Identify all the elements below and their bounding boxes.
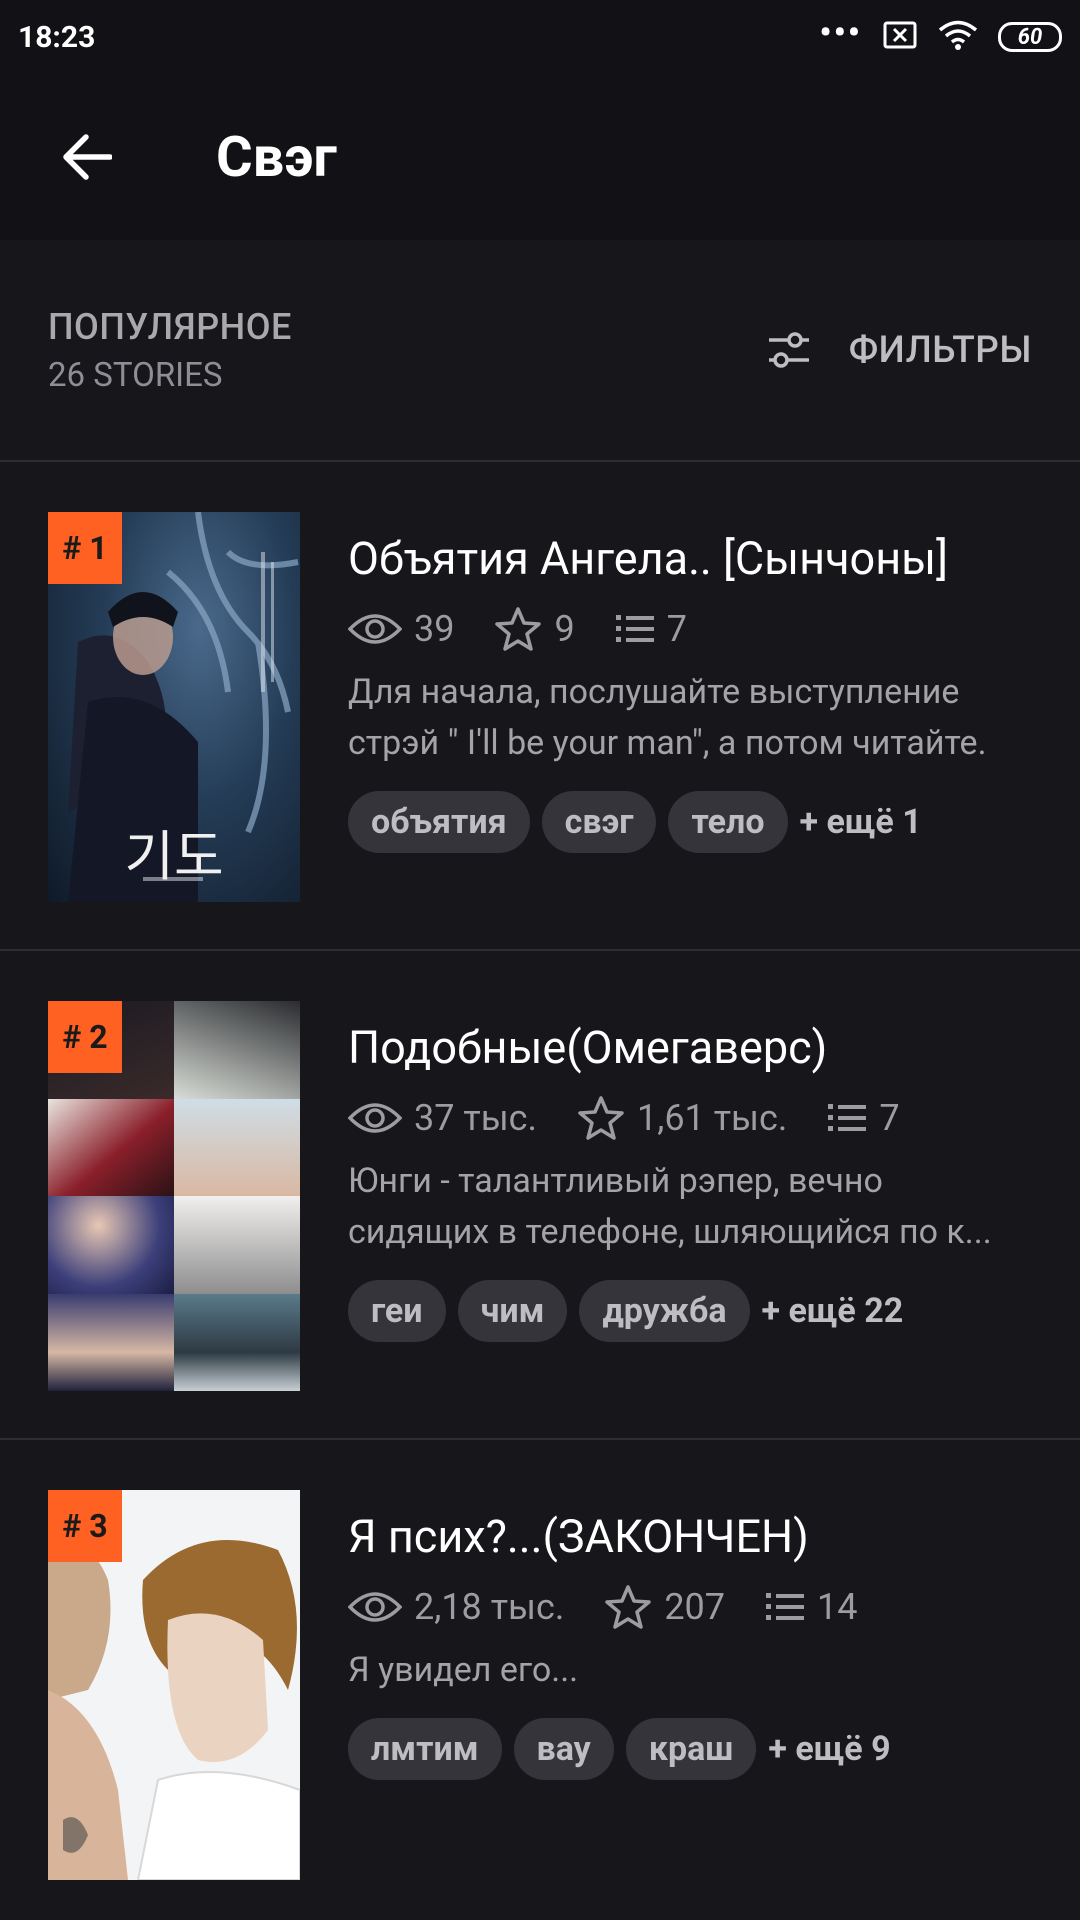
tag-chip[interactable]: дружба bbox=[579, 1280, 750, 1342]
sim-x-icon bbox=[882, 20, 918, 54]
cover-title: 기도 bbox=[124, 825, 224, 888]
parts-stat: 7 bbox=[827, 1097, 900, 1139]
star-icon bbox=[605, 1585, 652, 1629]
votes-stat: 9 bbox=[494, 606, 575, 652]
status-bar: 18:23 ••• 60 bbox=[0, 0, 1080, 74]
more-tags[interactable]: + ещё 9 bbox=[768, 1729, 890, 1769]
parts-stat: 14 bbox=[765, 1586, 857, 1628]
tag-chip[interactable]: краш bbox=[625, 1718, 757, 1780]
story-cover[interactable]: 기도 # 1 bbox=[48, 512, 300, 902]
filters-button[interactable]: ФИЛЬТРЫ bbox=[767, 329, 1032, 372]
page-title: Свэг bbox=[216, 124, 337, 190]
story-stats: 39 9 7 bbox=[348, 603, 1032, 655]
section-header: ПОПУЛЯРНОЕ 26 STORIES ФИЛЬТРЫ bbox=[0, 240, 1080, 462]
story-body: Объятия Ангела.. [Сынчоны] 39 9 7 Для на… bbox=[348, 512, 1032, 949]
story-title[interactable]: Я псих?...(ЗАКОНЧЕН) bbox=[348, 1510, 1032, 1563]
battery-icon: 60 bbox=[998, 22, 1062, 52]
back-button[interactable] bbox=[58, 129, 114, 185]
rank-badge: # 3 bbox=[48, 1490, 122, 1562]
story-tags: лмтим вау краш + ещё 9 bbox=[348, 1718, 1032, 1780]
tag-chip[interactable]: чим bbox=[457, 1280, 568, 1342]
tag-chip[interactable]: свэг bbox=[541, 791, 657, 853]
votes-stat: 207 bbox=[604, 1584, 725, 1630]
rank-badge: # 2 bbox=[48, 1001, 122, 1073]
story-tags: объятия свэг тело + ещё 1 bbox=[348, 791, 1032, 853]
views-stat: 2,18 тыс. bbox=[348, 1586, 564, 1628]
story-tags: геи чим дружба + ещё 22 bbox=[348, 1280, 1032, 1342]
tag-chip[interactable]: геи bbox=[348, 1280, 446, 1342]
status-icons: ••• 60 bbox=[819, 13, 1062, 55]
app-header: Свэг bbox=[0, 74, 1080, 240]
more-tags[interactable]: + ещё 1 bbox=[800, 802, 922, 842]
status-time: 18:23 bbox=[18, 19, 96, 55]
story-item[interactable]: 기도 # 1 Объятия Ангела.. [Сынчоны] 39 9 7… bbox=[0, 462, 1080, 951]
list-icon bbox=[828, 1104, 867, 1131]
eye-icon bbox=[348, 614, 402, 644]
story-item[interactable]: # 2 Подобные(Омегаверс) 37 тыс. 1,61 тыс… bbox=[0, 951, 1080, 1440]
rank-badge: # 1 bbox=[48, 512, 122, 584]
story-body: Я псих?...(ЗАКОНЧЕН) 2,18 тыс. 207 14 Я … bbox=[348, 1490, 1032, 1920]
story-description: Я увидел его... bbox=[348, 1650, 579, 1690]
tag-chip[interactable]: лмтим bbox=[348, 1718, 502, 1780]
views-count: 39 bbox=[414, 608, 455, 650]
section-title: ПОПУЛЯРНОЕ bbox=[48, 305, 292, 348]
more-tags[interactable]: + ещё 22 bbox=[762, 1291, 904, 1331]
votes-count: 1,61 тыс. bbox=[637, 1097, 788, 1139]
eye-icon bbox=[348, 1103, 402, 1133]
story-body: Подобные(Омегаверс) 37 тыс. 1,61 тыс. 7 … bbox=[348, 1001, 1032, 1438]
list-icon bbox=[615, 615, 654, 642]
parts-count: 7 bbox=[666, 608, 687, 650]
story-stats: 2,18 тыс. 207 14 bbox=[348, 1581, 1032, 1633]
section-info: ПОПУЛЯРНОЕ 26 STORIES bbox=[48, 306, 292, 395]
story-item[interactable]: # 3 Я псих?...(ЗАКОНЧЕН) 2,18 тыс. 207 1… bbox=[0, 1440, 1080, 1920]
story-title[interactable]: Объятия Ангела.. [Сынчоны] bbox=[348, 532, 1032, 585]
parts-stat: 7 bbox=[615, 608, 687, 650]
story-description: Юнги - талантливый рэпер, вечно сидящих … bbox=[348, 1161, 992, 1252]
list-icon bbox=[766, 1593, 805, 1620]
wifi-icon bbox=[938, 19, 978, 55]
star-icon bbox=[495, 607, 542, 651]
parts-count: 14 bbox=[817, 1586, 858, 1628]
story-title[interactable]: Подобные(Омегаверс) bbox=[348, 1021, 1032, 1074]
story-cover[interactable]: # 3 bbox=[48, 1490, 300, 1880]
filters-label: ФИЛЬТРЫ bbox=[848, 328, 1032, 372]
tag-chip[interactable]: вау bbox=[513, 1718, 614, 1780]
star-icon bbox=[578, 1096, 624, 1140]
views-count: 2,18 тыс. bbox=[414, 1586, 565, 1628]
story-cover[interactable]: # 2 bbox=[48, 1001, 300, 1391]
arrow-left-icon bbox=[63, 134, 112, 180]
eye-icon bbox=[348, 1592, 402, 1622]
story-count: 26 STORIES bbox=[48, 355, 223, 395]
tag-chip[interactable]: объятия bbox=[348, 791, 530, 853]
sliders-icon bbox=[768, 332, 809, 368]
votes-count: 9 bbox=[554, 608, 575, 650]
views-stat: 37 тыс. bbox=[348, 1097, 537, 1139]
notification-dots: ••• bbox=[819, 13, 862, 53]
story-description: Для начала, послушайте выступление стрэй… bbox=[348, 672, 987, 763]
parts-count: 7 bbox=[879, 1097, 900, 1139]
views-stat: 39 bbox=[348, 608, 454, 650]
views-count: 37 тыс. bbox=[414, 1097, 537, 1139]
votes-count: 207 bbox=[664, 1586, 726, 1628]
votes-stat: 1,61 тыс. bbox=[577, 1095, 787, 1141]
tag-chip[interactable]: тело bbox=[668, 791, 788, 853]
story-stats: 37 тыс. 1,61 тыс. 7 bbox=[348, 1092, 1032, 1144]
